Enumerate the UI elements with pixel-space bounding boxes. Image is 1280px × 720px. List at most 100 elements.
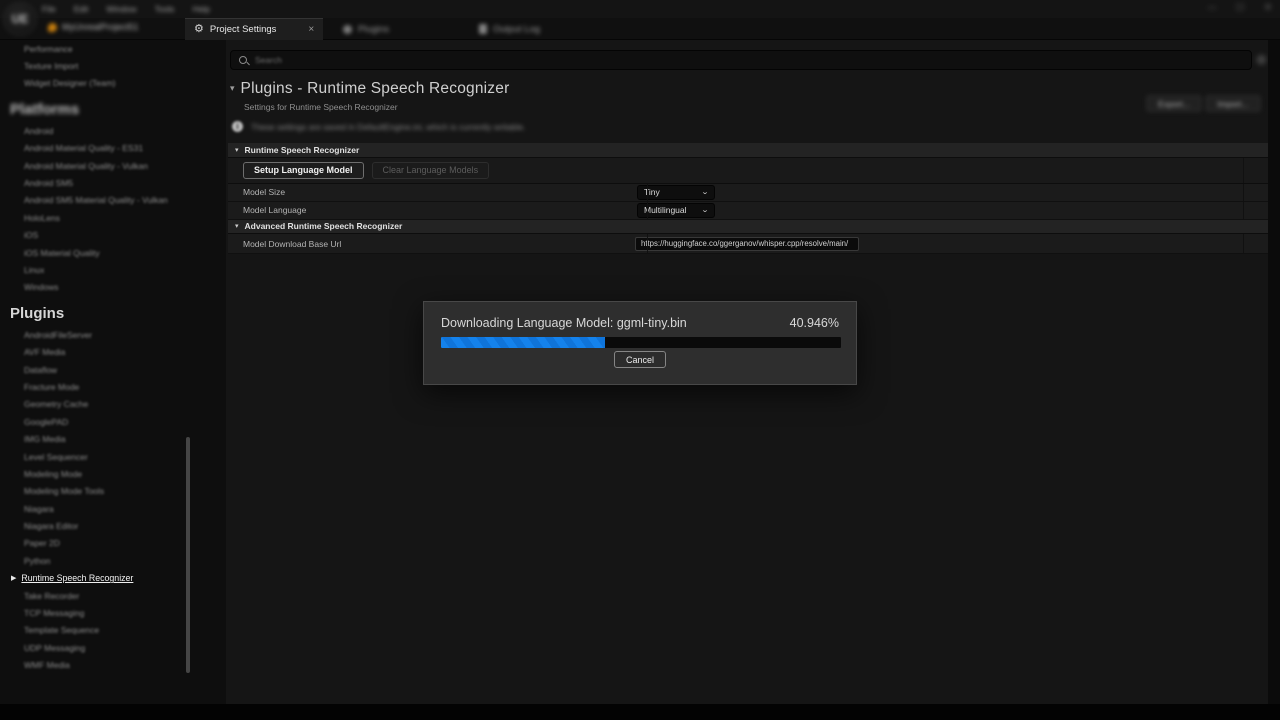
setup-label: Setup Language Model — [254, 165, 353, 175]
menu-window[interactable]: Window — [106, 4, 136, 14]
sidebar-item-androidfileserver[interactable]: AndroidFileServer — [0, 326, 226, 343]
sidebar-item-android-sm5[interactable]: Android SM5 — [0, 174, 226, 191]
sidebar-scrollbar[interactable] — [186, 437, 190, 673]
dialog-header: Downloading Language Model: ggml-tiny.bi… — [441, 316, 839, 330]
info-icon: i — [232, 121, 243, 132]
model-language-dropdown[interactable]: Multilingual ⌄ — [637, 203, 715, 218]
model-size-dropdown[interactable]: Tiny ⌄ — [637, 185, 715, 200]
reset-column-divider — [1243, 234, 1244, 253]
tab-output-log[interactable]: Output Log — [470, 18, 549, 40]
section-advanced-runtime-speech-recognizer[interactable]: ▾ Advanced Runtime Speech Recognizer — [228, 220, 1268, 235]
chevron-down-icon: ⌄ — [701, 188, 709, 196]
sidebar-item-label: iOS Material Quality — [24, 248, 100, 258]
minimize-icon[interactable]: — — [1206, 2, 1218, 13]
sidebar-item-ios-material-quality[interactable]: iOS Material Quality — [0, 244, 226, 261]
sidebar-item-modeling-mode-tools[interactable]: Modeling Mode Tools — [0, 483, 226, 500]
progress-bar — [441, 337, 841, 348]
sidebar-item-niagara[interactable]: Niagara — [0, 500, 226, 517]
sidebar-item-widget-designer-team-[interactable]: Widget Designer (Team) — [0, 75, 226, 92]
menu-edit[interactable]: Edit — [74, 4, 89, 14]
expand-arrow-icon: ▶ — [11, 574, 16, 582]
tab-plugins[interactable]: Plugins — [334, 18, 398, 40]
sidebar-item-label: Take Recorder — [24, 591, 79, 601]
menu-help[interactable]: Help — [192, 4, 209, 14]
model-download-base-url-input[interactable]: https://huggingface.co/ggerganov/whisper… — [635, 237, 859, 251]
sidebar-item-android-material-quality-es31[interactable]: Android Material Quality - ES31 — [0, 140, 226, 157]
sidebar-item-img-media[interactable]: IMG Media — [0, 430, 226, 447]
model-download-base-url-row: Model Download Base Url https://huggingf… — [228, 234, 1268, 254]
sidebar-item-label: Level Sequencer — [24, 452, 88, 462]
clear-language-models-button[interactable]: Clear Language Models — [372, 162, 490, 179]
sidebar-item-level-sequencer[interactable]: Level Sequencer — [0, 448, 226, 465]
sidebar-item-label: Geometry Cache — [24, 399, 88, 409]
sidebar-item-tcp-messaging[interactable]: TCP Messaging — [0, 604, 226, 621]
column-splitter[interactable] — [647, 234, 648, 253]
sidebar-item-template-sequence[interactable]: Template Sequence — [0, 622, 226, 639]
model-size-row: Model Size Tiny ⌄ — [228, 184, 1268, 202]
right-gutter — [1268, 40, 1280, 704]
unreal-logo-icon[interactable]: UE — [3, 2, 37, 36]
sidebar-item-label: Android Material Quality - Vulkan — [24, 161, 148, 171]
model-language-label: Model Language — [228, 205, 632, 215]
sidebar-item-runtime-speech-recognizer[interactable]: ▶Runtime Speech Recognizer — [0, 570, 226, 587]
search-placeholder: Search — [255, 55, 282, 65]
sidebar-item-android-sm5-material-quality-vulkan[interactable]: Android SM5 Material Quality - Vulkan — [0, 192, 226, 209]
tab-label: Project Settings — [210, 24, 277, 35]
project-name: MyUnrealProject51 — [62, 22, 139, 32]
sidebar-item-performance[interactable]: Performance — [0, 40, 226, 57]
sidebar-item-take-recorder[interactable]: Take Recorder — [0, 587, 226, 604]
sidebar-item-label: Performance — [24, 44, 73, 54]
sidebar-item-windows[interactable]: Windows — [0, 279, 226, 296]
menu-file[interactable]: File — [42, 4, 56, 14]
column-splitter[interactable] — [647, 184, 648, 201]
cancel-button[interactable]: Cancel — [614, 351, 666, 368]
sidebar-item-label: GooglePAD — [24, 417, 68, 427]
maximize-icon[interactable]: ☐ — [1234, 2, 1246, 13]
section-triangle-icon: ▾ — [235, 146, 239, 154]
sidebar-item-wmf-media[interactable]: WMF Media — [0, 657, 226, 674]
sidebar-item-python[interactable]: Python — [0, 552, 226, 569]
export-button[interactable]: Export... — [1146, 95, 1202, 112]
sidebar-item-geometry-cache[interactable]: Geometry Cache — [0, 396, 226, 413]
search-input[interactable]: Search — [230, 50, 1252, 70]
sidebar-item-ios[interactable]: iOS — [0, 227, 226, 244]
settings-gear-icon[interactable]: ⚙ — [1256, 53, 1267, 67]
close-icon[interactable]: ✕ — [1262, 2, 1274, 13]
section-title: Advanced Runtime Speech Recognizer — [245, 221, 403, 231]
chevron-down-icon: ⌄ — [701, 206, 709, 214]
sidebar-item-android[interactable]: Android — [0, 122, 226, 139]
sidebar-item-label: Modeling Mode Tools — [24, 486, 104, 496]
settings-table: ▾ Runtime Speech Recognizer Setup Langua… — [228, 143, 1268, 254]
window-controls: — ☐ ✕ — [1206, 2, 1274, 13]
sidebar-item-modeling-mode[interactable]: Modeling Mode — [0, 465, 226, 482]
close-tab-icon[interactable]: × — [308, 24, 314, 35]
sidebar-item-linux[interactable]: Linux — [0, 261, 226, 278]
sidebar-item-paper-2d[interactable]: Paper 2D — [0, 535, 226, 552]
sidebar-item-udp-messaging[interactable]: UDP Messaging — [0, 639, 226, 656]
export-label: Export... — [1158, 99, 1190, 109]
sidebar-item-label: WMF Media — [24, 660, 70, 670]
tab-project-settings[interactable]: ⚙ Project Settings × — [185, 18, 323, 40]
settings-nav-sidebar: Performance Texture Import Widget Designer… — [0, 40, 226, 704]
sidebar-item-android-material-quality-vulkan[interactable]: Android Material Quality - Vulkan — [0, 157, 226, 174]
menu-tools[interactable]: Tools — [155, 4, 175, 14]
sidebar-item-googlepad[interactable]: GooglePAD — [0, 413, 226, 430]
collapse-triangle-icon[interactable]: ▾ — [230, 83, 235, 93]
download-progress-dialog: Downloading Language Model: ggml-tiny.bi… — [423, 301, 857, 385]
sidebar-item-avf-media[interactable]: AVF Media — [0, 343, 226, 360]
sidebar-item-hololens[interactable]: HoloLens — [0, 209, 226, 226]
reset-column-divider — [1243, 202, 1244, 219]
sidebar-item-texture-import[interactable]: Texture Import — [0, 57, 226, 74]
page-subtitle: Settings for Runtime Speech Recognizer — [244, 102, 398, 112]
sidebar-item-label: Texture Import — [24, 61, 78, 71]
column-splitter[interactable] — [647, 202, 648, 219]
sidebar-item-dataflow[interactable]: Dataflow — [0, 361, 226, 378]
sidebar-item-label: Android — [24, 126, 53, 136]
setup-language-model-button[interactable]: Setup Language Model — [243, 162, 364, 179]
cancel-label: Cancel — [626, 355, 654, 365]
project-settings-icon: ⚙ — [194, 24, 204, 35]
sidebar-item-fracture-mode[interactable]: Fracture Mode — [0, 378, 226, 395]
section-runtime-speech-recognizer[interactable]: ▾ Runtime Speech Recognizer — [228, 143, 1268, 158]
import-button[interactable]: Import... — [1205, 95, 1261, 112]
sidebar-item-niagara-editor[interactable]: Niagara Editor — [0, 517, 226, 534]
